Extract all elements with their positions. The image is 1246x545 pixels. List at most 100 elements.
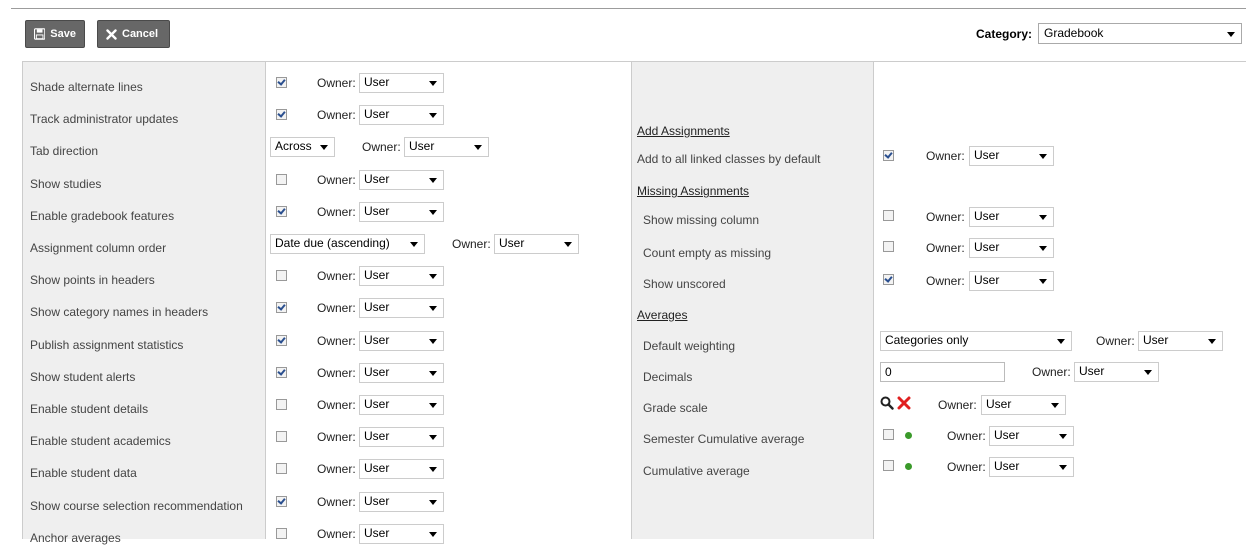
setting-label: Show course selection recommendation <box>30 499 243 513</box>
setting-label: Tab direction <box>30 144 99 158</box>
owner-select[interactable]: User <box>359 331 444 351</box>
setting-label: Enable gradebook features <box>30 209 175 223</box>
owner-select[interactable]: User <box>359 298 444 318</box>
search-icon[interactable] <box>880 396 894 410</box>
owner-select[interactable]: User <box>359 427 444 447</box>
setting-checkbox[interactable] <box>276 399 287 410</box>
chevron-down-icon <box>1227 31 1235 37</box>
setting-label: Publish assignment statistics <box>30 338 184 352</box>
owner-value: User <box>364 75 390 89</box>
setting-checkbox[interactable] <box>276 174 287 185</box>
owner-label: Owner: <box>317 108 356 122</box>
setting-label: Show missing column <box>643 213 760 227</box>
setting-checkbox[interactable] <box>276 431 287 442</box>
info-icon[interactable] <box>905 432 912 439</box>
chevron-down-icon <box>1039 154 1047 159</box>
owner-select[interactable]: User <box>981 395 1066 415</box>
chevron-down-icon <box>1039 279 1047 284</box>
category-value: Gradebook <box>1044 26 1104 40</box>
show-unscored-checkbox[interactable] <box>883 274 894 285</box>
owner-select[interactable]: User <box>969 238 1054 258</box>
owner-select[interactable]: User <box>1138 331 1223 351</box>
setting-checkbox[interactable] <box>276 302 287 313</box>
chevron-down-icon <box>429 339 437 344</box>
owner-select[interactable]: User <box>359 170 444 190</box>
setting-select[interactable]: Across <box>270 137 335 157</box>
owner-label: Owner: <box>317 269 356 283</box>
add-linked-checkbox[interactable] <box>883 150 894 161</box>
owner-select[interactable]: User <box>359 105 444 125</box>
chevron-down-icon <box>1208 339 1216 344</box>
setting-checkbox[interactable] <box>276 206 287 217</box>
owner-label: Owner: <box>317 173 356 187</box>
setting-checkbox[interactable] <box>276 77 287 88</box>
owner-label: Owner: <box>317 462 356 476</box>
owner-label: Owner: <box>317 398 356 412</box>
owner-label: Owner: <box>317 76 356 90</box>
setting-select-value: Date due (ascending) <box>275 236 390 250</box>
owner-value: User <box>364 365 390 379</box>
info-icon[interactable] <box>905 463 912 470</box>
setting-checkbox[interactable] <box>276 270 287 281</box>
save-icon <box>34 28 46 40</box>
top-divider <box>11 8 1246 9</box>
decimals-input[interactable]: 0 <box>880 362 1005 382</box>
column-divider <box>631 61 632 539</box>
owner-select[interactable]: User <box>359 524 444 544</box>
save-button[interactable]: Save <box>25 20 85 48</box>
setting-label: Track administrator updates <box>30 112 179 126</box>
owner-value: User <box>364 300 390 314</box>
owner-select[interactable]: User <box>1074 362 1159 382</box>
owner-select[interactable]: User <box>989 457 1074 477</box>
owner-label: Owner: <box>926 149 965 163</box>
default-weighting-select[interactable]: Categories only <box>880 331 1072 351</box>
owner-value: User <box>1143 333 1169 347</box>
setting-label: Add to all linked classes by default <box>637 152 821 166</box>
owner-label: Owner: <box>926 274 965 288</box>
cancel-button[interactable]: Cancel <box>97 20 170 48</box>
count-empty-missing-checkbox[interactable] <box>883 241 894 252</box>
owner-select[interactable]: User <box>359 459 444 479</box>
owner-select[interactable]: User <box>969 271 1054 291</box>
owner-value: User <box>974 148 1000 162</box>
decimals-value: 0 <box>885 365 892 379</box>
owner-select[interactable]: User <box>359 363 444 383</box>
category-label: Category: <box>976 27 1033 41</box>
setting-checkbox[interactable] <box>276 109 287 120</box>
owner-label: Owner: <box>1096 334 1135 348</box>
cancel-label: Cancel <box>122 28 159 40</box>
clear-icon[interactable] <box>897 396 911 410</box>
owner-select[interactable]: User <box>359 395 444 415</box>
cumulative-checkbox[interactable] <box>883 460 894 471</box>
chevron-down-icon <box>1144 370 1152 375</box>
chevron-down-icon <box>1057 339 1065 344</box>
chevron-down-icon <box>429 274 437 279</box>
owner-select[interactable]: User <box>359 492 444 512</box>
category-select[interactable]: Gradebook <box>1038 23 1242 44</box>
owner-label: Owner: <box>947 429 986 443</box>
owner-select[interactable]: User <box>969 207 1054 227</box>
owner-select[interactable]: User <box>494 234 579 254</box>
owner-value: User <box>994 459 1020 473</box>
owner-select[interactable]: User <box>404 137 489 157</box>
owner-label: Owner: <box>317 334 356 348</box>
setting-select[interactable]: Date due (ascending) <box>270 234 425 254</box>
owner-value: User <box>994 428 1020 442</box>
chevron-down-icon <box>429 500 437 505</box>
owner-select[interactable]: User <box>989 426 1074 446</box>
semester-cumulative-checkbox[interactable] <box>883 429 894 440</box>
chevron-down-icon <box>1039 215 1047 220</box>
owner-select[interactable]: User <box>359 202 444 222</box>
owner-select[interactable]: User <box>969 146 1054 166</box>
setting-checkbox[interactable] <box>276 335 287 346</box>
owner-select[interactable]: User <box>359 266 444 286</box>
setting-checkbox[interactable] <box>276 463 287 474</box>
setting-checkbox[interactable] <box>276 367 287 378</box>
owner-value: User <box>364 397 390 411</box>
show-missing-column-checkbox[interactable] <box>883 210 894 221</box>
chevron-down-icon <box>429 113 437 118</box>
section-heading-add-assignments: Add Assignments <box>637 124 730 138</box>
setting-checkbox[interactable] <box>276 496 287 507</box>
setting-checkbox[interactable] <box>276 528 287 539</box>
owner-select[interactable]: User <box>359 73 444 93</box>
